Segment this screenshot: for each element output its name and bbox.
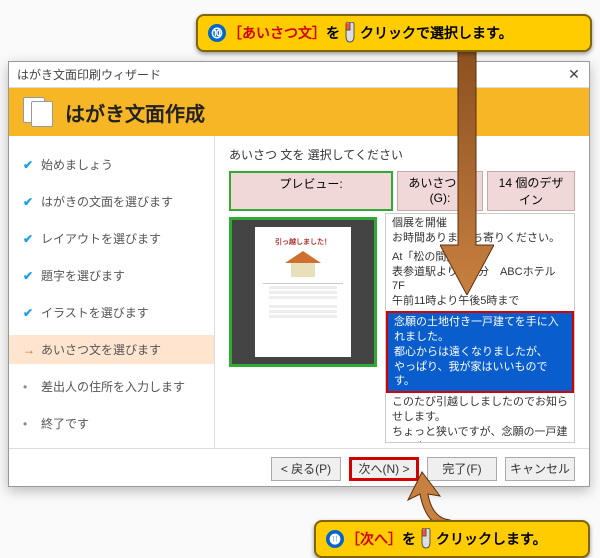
check-icon: ✔ (23, 195, 41, 209)
callout-action: クリック (360, 23, 416, 43)
step-label: 始めましょう (41, 156, 113, 173)
callout-text: を (402, 529, 416, 549)
step-label: 差出人の住所を入力します (41, 378, 185, 395)
greeting-option-selected[interactable]: 念願の土地付き一戸建てを手に入れました。 都心からは遠くなりましたが、 やっぱり… (386, 311, 574, 393)
step-finish[interactable]: •終了です (9, 409, 214, 438)
check-icon: ✔ (23, 232, 41, 246)
preview-headline: 引っ越しました！ (263, 237, 343, 247)
step-number-11: ⓫ (326, 530, 344, 548)
check-icon: ✔ (23, 269, 41, 283)
callout-tail: で選択します。 (416, 23, 513, 43)
postcard-preview: 引っ越しました！ (255, 227, 351, 357)
header-preview: プレビュー: (229, 171, 393, 211)
callout-bottom: ⓫ ［次へ］ を クリック します。 (314, 520, 590, 558)
body-area: ✔始めましょう ✔はがきの文面を選びます ✔レイアウトを選びます ✔題字を選びま… (9, 136, 589, 448)
step-greeting[interactable]: →あいさつ文を選びます (9, 335, 214, 364)
step-label: 終了です (41, 415, 89, 432)
bullet-icon: • (23, 380, 41, 394)
greeting-option[interactable]: このたび引越ししましたのでお知らせします。 ちょっと狭いですが、念願の一戸建てで… (386, 393, 574, 443)
callout-red-text: ［次へ］ (346, 529, 402, 549)
callout-action: クリック (436, 529, 492, 549)
down-arrow-annotation (440, 45, 494, 295)
step-label: イラストを選びます (41, 304, 149, 321)
pane-instruction: あいさつ 文を 選択してください (229, 146, 575, 163)
step-label: はがきの文面を選びます (41, 193, 173, 210)
wizard-dialog: はがき文面印刷ウィザード ✕ はがき文面作成 ✔始めましょう ✔はがきの文面を選… (8, 61, 590, 487)
callout-tail: します。 (492, 529, 547, 549)
mouse-icon (418, 528, 434, 550)
step-label: レイアウトを選びます (41, 230, 161, 247)
postcard-icon (23, 97, 57, 127)
header-design: 14 個のデザイン (487, 171, 575, 211)
step-start[interactable]: ✔始めましょう (9, 150, 214, 179)
arrow-right-icon: → (23, 343, 41, 357)
dialog-title: はがき文面印刷ウィザード (17, 66, 161, 83)
step-label: 題字を選びます (41, 267, 125, 284)
callout-text: を (326, 23, 340, 43)
step-label: あいさつ文を選びます (41, 341, 161, 358)
step-number-10: ⓾ (208, 24, 226, 42)
step-sender[interactable]: •差出人の住所を入力します (9, 372, 214, 401)
cancel-button[interactable]: キャンセル (505, 457, 575, 481)
preview-column: 引っ越しました！ (229, 213, 381, 443)
check-icon: ✔ (23, 306, 41, 320)
right-pane: あいさつ 文を 選択してください プレビュー: あいさつ 文(G): 14 個の… (215, 136, 589, 448)
step-list: ✔始めましょう ✔はがきの文面を選びます ✔レイアウトを選びます ✔題字を選びま… (9, 136, 215, 448)
close-button[interactable]: ✕ (567, 68, 581, 82)
check-icon: ✔ (23, 158, 41, 172)
back-button[interactable]: < 戻る(P) (271, 457, 341, 481)
house-icon (285, 251, 321, 277)
preview-thumbnail[interactable]: 引っ越しました！ (229, 217, 377, 367)
titlebar: はがき文面印刷ウィザード ✕ (9, 62, 589, 88)
banner: はがき文面作成 (9, 88, 589, 136)
button-row: < 戻る(P) 次へ(N) > 完了(F) キャンセル (9, 448, 589, 488)
step-face[interactable]: ✔はがきの文面を選びます (9, 187, 214, 216)
column-headers: プレビュー: あいさつ 文(G): 14 個のデザイン (229, 171, 575, 211)
step-headline[interactable]: ✔題字を選びます (9, 261, 214, 290)
step-illustration[interactable]: ✔イラストを選びます (9, 298, 214, 327)
callout-top: ⓾ ［あいさつ文］ を クリック で選択します。 (196, 14, 592, 52)
up-arrow-annotation (406, 470, 466, 520)
callout-red-text: ［あいさつ文］ (228, 23, 326, 43)
mouse-icon (342, 22, 358, 44)
bullet-icon: • (23, 417, 41, 431)
banner-title: はがき文面作成 (65, 98, 205, 127)
step-layout[interactable]: ✔レイアウトを選びます (9, 224, 214, 253)
